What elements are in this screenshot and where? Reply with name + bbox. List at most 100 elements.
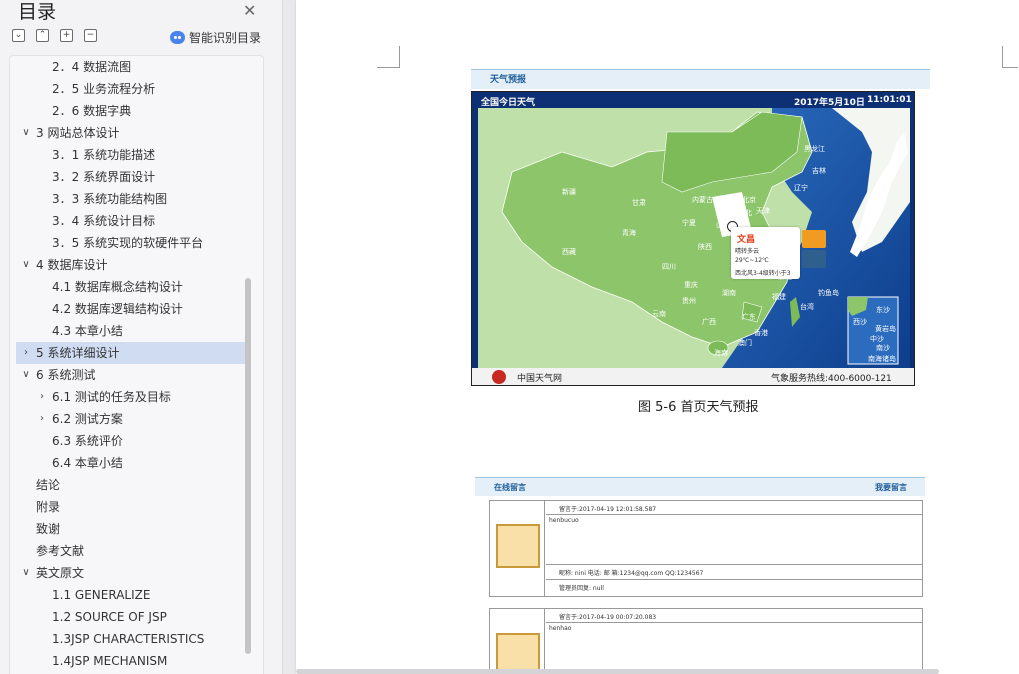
toc-item[interactable]: 1.4JSP MECHANISM xyxy=(16,650,246,672)
smart-toc-label: 智能识别目录 xyxy=(189,31,262,45)
province-label: 广西 xyxy=(702,318,716,326)
expand-all-icon[interactable]: ⌄ xyxy=(12,29,25,42)
add-heading-icon[interactable]: + xyxy=(60,29,73,42)
divider xyxy=(546,564,923,565)
toc-item[interactable]: 2．5 业务流程分析 xyxy=(16,78,246,100)
weather-footer-logo-text: 中国天气网 xyxy=(517,374,563,384)
province-label: 甘肃 xyxy=(632,199,646,207)
toc-item[interactable]: 1.3JSP CHARACTERISTICS xyxy=(16,628,246,650)
toc-item[interactable]: 6.3 系统评价 xyxy=(16,430,246,452)
chevron-down-icon[interactable]: ∨ xyxy=(20,254,32,276)
province-label: 天津 xyxy=(756,207,770,215)
toc-item[interactable]: 2．6 数据字典 xyxy=(16,100,246,122)
message-card: 留言于:2017-04-19 12:01:58.587 henbucuo 昵称:… xyxy=(489,500,923,597)
toc-item-label: 6.4 本章小结 xyxy=(52,456,123,470)
chevron-right-icon[interactable]: › xyxy=(20,342,32,364)
province-label: 吉林 xyxy=(812,167,826,175)
toc-item[interactable]: 致谢 xyxy=(16,518,246,540)
toc-item-label: 1.3JSP CHARACTERISTICS xyxy=(52,632,205,646)
message-header: 在线留言 我要留言 xyxy=(475,477,925,496)
toc-item[interactable]: 4.3 本章小结 xyxy=(16,320,246,342)
toc-item[interactable]: › 6.1 测试的任务及目标 xyxy=(16,386,246,408)
toc-item-label: 3 网站总体设计 xyxy=(36,126,120,140)
message-content: henbucuo xyxy=(549,517,579,524)
toc-scrollbar[interactable] xyxy=(245,278,251,654)
page-margin-marker-left xyxy=(377,46,400,68)
avatar xyxy=(496,633,540,674)
south-sea-label: 黄岩岛 xyxy=(875,325,896,333)
toc-item[interactable]: 附录 xyxy=(16,496,246,518)
province-label: 陕西 xyxy=(698,243,712,251)
toc-item[interactable]: 3．5 系统实现的软硬件平台 xyxy=(16,232,246,254)
province-label: 新疆 xyxy=(562,188,576,196)
popup-city: 文昌 xyxy=(737,235,756,245)
province-label: 贵州 xyxy=(682,297,696,305)
toc-item-label: 参考文献 xyxy=(36,544,85,558)
message-reply: 管理员回复: null xyxy=(559,585,604,592)
toc-item[interactable]: ∨ 4 数据库设计 xyxy=(16,254,246,276)
message-board-figure: 在线留言 我要留言 留言于:2017-04-19 12:01:58.587 he… xyxy=(475,477,925,674)
weather-header-label: 天气预报 xyxy=(490,75,527,85)
toc-item[interactable]: ∨ 英文原文 xyxy=(16,562,246,584)
toc-item-label: 2．4 数据流图 xyxy=(52,60,132,74)
toc-item[interactable]: 4.1 数据库概念结构设计 xyxy=(16,276,246,298)
cloudy-icon xyxy=(802,250,826,268)
collapse-all-icon[interactable]: ⌃ xyxy=(36,29,49,42)
figure-caption: 图 5-6 首页天气预报 xyxy=(638,400,759,415)
close-icon[interactable]: ✕ xyxy=(243,1,256,20)
toc-item[interactable]: 3．2 系统界面设计 xyxy=(16,166,246,188)
province-label: 湖南 xyxy=(722,289,736,297)
toc-item[interactable]: 参考文献 xyxy=(16,540,246,562)
horizontal-scrollbar[interactable] xyxy=(296,669,939,674)
toc-item-label: 3．3 系统功能结构图 xyxy=(52,192,168,206)
chevron-down-icon[interactable]: ∨ xyxy=(20,122,32,144)
avatar xyxy=(496,524,540,568)
toc-item[interactable]: 结论 xyxy=(16,474,246,496)
province-label: 香港 xyxy=(754,329,768,337)
divider xyxy=(546,514,923,515)
chevron-down-icon[interactable]: ∨ xyxy=(20,562,32,584)
toc-item-label: 1.2 SOURCE OF JSP xyxy=(52,610,167,624)
province-label: 黑龙江 xyxy=(804,145,825,153)
toc-item-label: 2．5 业务流程分析 xyxy=(52,82,156,96)
toc-item[interactable]: 3．3 系统功能结构图 xyxy=(16,188,246,210)
chevron-right-icon[interactable]: › xyxy=(36,408,48,430)
divider xyxy=(546,622,923,623)
weather-map: 全国今日天气 2017年5月10日 11:01:01 黑龙江 吉林 辽宁 新疆 甘肃 内蒙… xyxy=(471,91,915,386)
document-area: 天气预报 全国今日天气 2017年5月10日 11:01:01 黑龙江 吉林 辽… xyxy=(283,0,1019,674)
weather-footer-hotline: 气象服务热线:400-6000-121 xyxy=(771,374,892,384)
toc-item[interactable]: 3．4 系统设计目标 xyxy=(16,210,246,232)
toc-item[interactable]: 1.1 GENERALIZE xyxy=(16,584,246,606)
toc-item[interactable]: › 6.2 测试方案 xyxy=(16,408,246,430)
popup-wind: 西北风3-4级转小于3 xyxy=(735,270,791,277)
remove-heading-icon[interactable]: − xyxy=(84,29,97,42)
toc-item[interactable]: ∨ 3 网站总体设计 xyxy=(16,122,246,144)
toc-item-label: 4.1 数据库概念结构设计 xyxy=(52,280,183,294)
toc-item[interactable]: 4.2 数据库逻辑结构设计 xyxy=(16,298,246,320)
toc-item-label: 致谢 xyxy=(36,522,61,536)
province-label: 福建 xyxy=(772,293,786,301)
toc-item-label: 6.3 系统评价 xyxy=(52,434,123,448)
toc-item[interactable]: ∨ 6 系统测试 xyxy=(16,364,246,386)
message-time: 留言于:2017-04-19 12:01:58.587 xyxy=(559,506,657,513)
toc-panel: 目录 ✕ ⌄ ⌃ + − 智能识别目录 2．4 数据流图 2．5 业务流程分析 2．… xyxy=(0,0,283,674)
message-time: 留言于:2017-04-19 00:07:20.083 xyxy=(559,614,657,621)
toc-item[interactable]: 1.2 SOURCE OF JSP xyxy=(16,606,246,628)
toc-item[interactable]: 2．4 数据流图 xyxy=(16,56,246,78)
chevron-down-icon[interactable]: ∨ xyxy=(20,364,32,386)
chevron-right-icon[interactable]: › xyxy=(36,386,48,408)
toc-item[interactable]: 6.4 本章小结 xyxy=(16,452,246,474)
toc-item-label: 1.4JSP MECHANISM xyxy=(52,654,168,668)
ai-robot-icon xyxy=(170,31,185,44)
toc-item-label: 附录 xyxy=(36,500,61,514)
toc-item[interactable]: › 5 系统详细设计 xyxy=(16,342,246,364)
toc-item[interactable]: 3．1 系统功能描述 xyxy=(16,144,246,166)
toc-item-label: 6.2 测试方案 xyxy=(52,412,123,426)
toc-item-label: 5 系统详细设计 xyxy=(36,346,120,360)
toc-item-label: 3．5 系统实现的软硬件平台 xyxy=(52,236,204,250)
smart-toc-button[interactable]: 智能识别目录 xyxy=(170,29,261,46)
toc-item-label: 结论 xyxy=(36,478,61,492)
province-label: 宁夏 xyxy=(682,219,696,227)
toc-item-label: 4.3 本章小结 xyxy=(52,324,123,338)
province-label: 西藏 xyxy=(562,248,576,256)
